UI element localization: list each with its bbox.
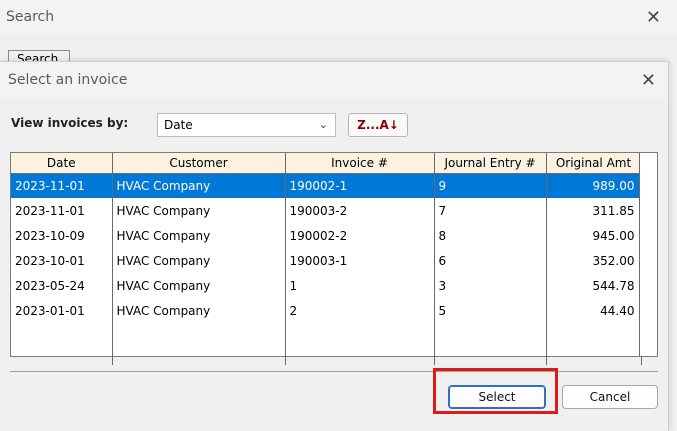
view-invoices-select-value: Date [164,118,193,132]
cell-journal-entry: 7 [434,198,547,223]
cell-invoice: 2 [285,298,435,323]
cell-customer: HVAC Company [112,198,286,223]
cell-journal-entry: 3 [434,273,547,298]
select-invoice-dialog: Select an invoice ✕ View invoices by: Da… [0,61,669,431]
table-header-row: Date Customer Invoice # Journal Entry # … [11,153,642,174]
sort-order-label: Z...A↓ [357,118,399,132]
view-invoices-select[interactable]: Date ⌄ [157,113,336,137]
cell-journal-entry: 8 [434,223,547,248]
column-header-date[interactable]: Date [11,153,113,174]
cell-original-amt: 352.00 [546,248,642,273]
table-row[interactable]: 2023-01-01 HVAC Company 2 5 44.40 [11,298,642,323]
cell-customer: HVAC Company [112,248,286,273]
cell-invoice: 1 [285,273,435,298]
column-header-original-amt[interactable]: Original Amt [546,153,642,174]
cell-original-amt: 544.78 [546,273,642,298]
table-row[interactable]: 2023-10-09 HVAC Company 190002-2 8 945.0… [11,223,642,248]
cell-journal-entry: 9 [434,173,547,198]
cell-customer: HVAC Company [112,173,286,198]
table-row[interactable]: 2023-05-24 HVAC Company 1 3 544.78 [11,273,642,298]
cell-original-amt: 311.85 [546,198,642,223]
cell-date: 2023-11-01 [11,173,113,198]
cell-customer: HVAC Company [112,273,286,298]
divider [10,371,658,372]
empty-cell [434,323,547,365]
cell-date: 2023-10-09 [11,223,113,248]
table-row-empty [11,323,642,365]
close-icon[interactable]: ✕ [646,7,661,28]
table-right-gutter [639,153,657,356]
view-invoices-label: View invoices by: [11,116,129,130]
cell-invoice: 190002-2 [285,223,435,248]
cell-journal-entry: 5 [434,298,547,323]
empty-cell [546,323,642,365]
invoice-table: Date Customer Invoice # Journal Entry # … [10,152,658,365]
chevron-down-icon[interactable]: ⌄ [319,118,328,131]
close-icon[interactable]: ✕ [641,70,656,91]
dialog-titlebar: Select an invoice [0,62,668,98]
column-header-customer[interactable]: Customer [112,153,286,174]
cell-date: 2023-01-01 [11,298,113,323]
table-row[interactable]: 2023-11-01 HVAC Company 190003-2 7 311.8… [11,198,642,223]
cell-invoice: 190003-2 [285,198,435,223]
table-row[interactable]: 2023-11-01 HVAC Company 190002-1 9 989.0… [11,173,642,198]
table-row[interactable]: 2023-10-01 HVAC Company 190003-1 6 352.0… [11,248,642,273]
cell-customer: HVAC Company [112,223,286,248]
cell-journal-entry: 6 [434,248,547,273]
cell-date: 2023-11-01 [11,198,113,223]
cell-original-amt: 989.00 [546,173,642,198]
cell-original-amt: 44.40 [546,298,642,323]
empty-cell [112,323,286,365]
column-header-journal-entry[interactable]: Journal Entry # [434,153,547,174]
search-window-title: Search [6,9,55,25]
empty-cell [11,323,113,365]
cell-invoice: 190003-1 [285,248,435,273]
cell-original-amt: 945.00 [546,223,642,248]
empty-cell [285,323,435,365]
cell-invoice: 190002-1 [285,173,435,198]
cell-customer: HVAC Company [112,298,286,323]
cancel-button-label: Cancel [589,390,631,404]
column-header-invoice[interactable]: Invoice # [285,153,435,174]
cell-date: 2023-10-01 [11,248,113,273]
search-window-titlebar: Search [0,0,677,34]
cell-date: 2023-05-24 [11,273,113,298]
select-button-highlight [433,368,558,414]
sort-order-button[interactable]: Z...A↓ [348,113,408,137]
cancel-button[interactable]: Cancel [562,385,658,409]
dialog-title: Select an invoice [8,72,128,88]
